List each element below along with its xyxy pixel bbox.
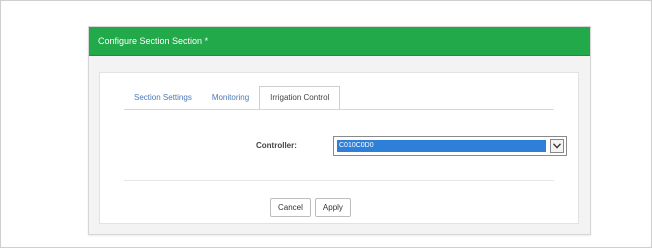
form-divider — [124, 180, 554, 181]
dialog-title: Configure Section Section * — [98, 36, 209, 46]
chevron-down-glyph — [553, 143, 561, 149]
tab-monitoring[interactable]: Monitoring — [202, 87, 259, 109]
apply-button[interactable]: Apply — [314, 198, 351, 217]
tab-divider — [124, 109, 554, 110]
dialog-body: Section Settings Monitoring Irrigation C… — [99, 72, 579, 224]
configure-section-dialog: Configure Section Section * Section Sett… — [88, 26, 591, 235]
dialog-titlebar: Configure Section Section * — [89, 27, 590, 56]
controller-label: Controller: — [256, 141, 297, 150]
tab-section-settings[interactable]: Section Settings — [124, 87, 202, 109]
controller-row: Controller: C010C0D0 — [100, 136, 578, 156]
chevron-down-icon[interactable] — [550, 139, 564, 153]
tab-bar: Section Settings Monitoring Irrigation C… — [124, 86, 341, 110]
cancel-button[interactable]: Cancel — [270, 198, 311, 217]
button-row: Cancel Apply — [270, 198, 351, 217]
controller-select[interactable]: C010C0D0 — [333, 136, 567, 156]
controller-selected-value: C010C0D0 — [337, 140, 546, 152]
tab-irrigation-control[interactable]: Irrigation Control — [259, 86, 341, 110]
